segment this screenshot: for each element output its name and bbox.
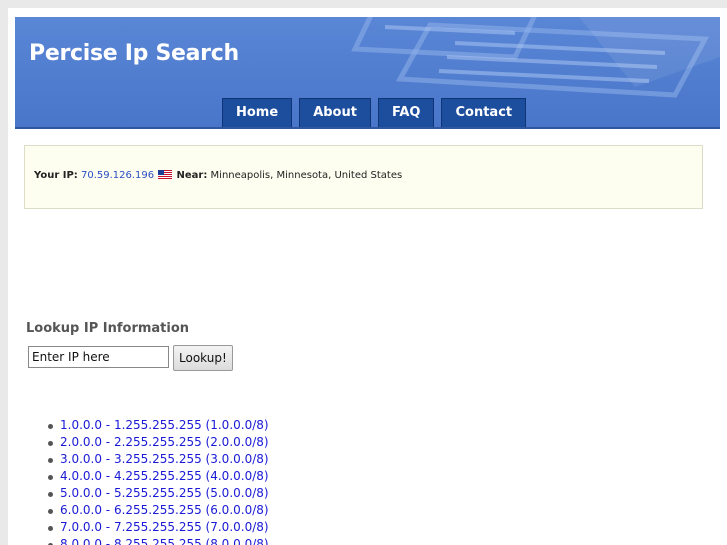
list-item: 3.0.0.0 - 3.255.255.255 (3.0.0.0/8) (48, 451, 269, 468)
site-title: Percise Ip Search (29, 41, 239, 66)
ip-address[interactable]: 70.59.126.196 (81, 170, 154, 181)
list-item: 4.0.0.0 - 4.255.255.255 (4.0.0.0/8) (48, 468, 269, 485)
near-label: Near: (176, 170, 208, 181)
lookup-heading: Lookup IP Information (26, 321, 190, 336)
lookup-button[interactable]: Lookup! (173, 345, 233, 371)
ip-range-link[interactable]: 4.0.0.0 - 4.255.255.255 (4.0.0.0/8) (60, 469, 269, 483)
site-header: Percise Ip Search Home About FAQ Contact (15, 17, 720, 129)
nav-faq[interactable]: FAQ (377, 98, 435, 127)
ip-range-link[interactable]: 1.0.0.0 - 1.255.255.255 (1.0.0.0/8) (60, 418, 269, 432)
nav-home[interactable]: Home (222, 98, 293, 127)
ip-range-link[interactable]: 7.0.0.0 - 7.255.255.255 (7.0.0.0/8) (60, 520, 269, 534)
us-flag-icon (158, 170, 173, 179)
ip-info-line: Your IP: 70.59.126.196 Near: Minneapolis… (34, 170, 402, 181)
list-item: 1.0.0.0 - 1.255.255.255 (1.0.0.0/8) (48, 417, 269, 434)
nav-contact[interactable]: Contact (441, 98, 527, 127)
your-ip-label: Your IP: (34, 170, 78, 181)
ip-range-list: 1.0.0.0 - 1.255.255.255 (1.0.0.0/8) 2.0.… (48, 417, 269, 545)
list-item: 2.0.0.0 - 2.255.255.255 (2.0.0.0/8) (48, 434, 269, 451)
page: Percise Ip Search Home About FAQ Contact… (8, 8, 727, 545)
ip-range-link[interactable]: 6.0.0.0 - 6.255.255.255 (6.0.0.0/8) (60, 503, 269, 517)
list-item: 6.0.0.0 - 6.255.255.255 (6.0.0.0/8) (48, 502, 269, 519)
ip-range-link[interactable]: 8.0.0.0 - 8.255.255.255 (8.0.0.0/8) (60, 537, 269, 545)
ip-range-link[interactable]: 2.0.0.0 - 2.255.255.255 (2.0.0.0/8) (60, 435, 269, 449)
ip-lookup-input[interactable] (28, 346, 169, 368)
ip-info-box: Your IP: 70.59.126.196 Near: Minneapolis… (24, 145, 703, 209)
list-item: 7.0.0.0 - 7.255.255.255 (7.0.0.0/8) (48, 519, 269, 536)
ip-range-link[interactable]: 3.0.0.0 - 3.255.255.255 (3.0.0.0/8) (60, 452, 269, 466)
nav-about[interactable]: About (299, 98, 371, 127)
ip-range-link[interactable]: 5.0.0.0 - 5.255.255.255 (5.0.0.0/8) (60, 486, 269, 500)
main-nav: Home About FAQ Contact (222, 98, 527, 127)
location-text: Minneapolis, Minnesota, United States (210, 170, 403, 181)
list-item: 8.0.0.0 - 8.255.255.255 (8.0.0.0/8) (48, 536, 269, 545)
list-item: 5.0.0.0 - 5.255.255.255 (5.0.0.0/8) (48, 485, 269, 502)
